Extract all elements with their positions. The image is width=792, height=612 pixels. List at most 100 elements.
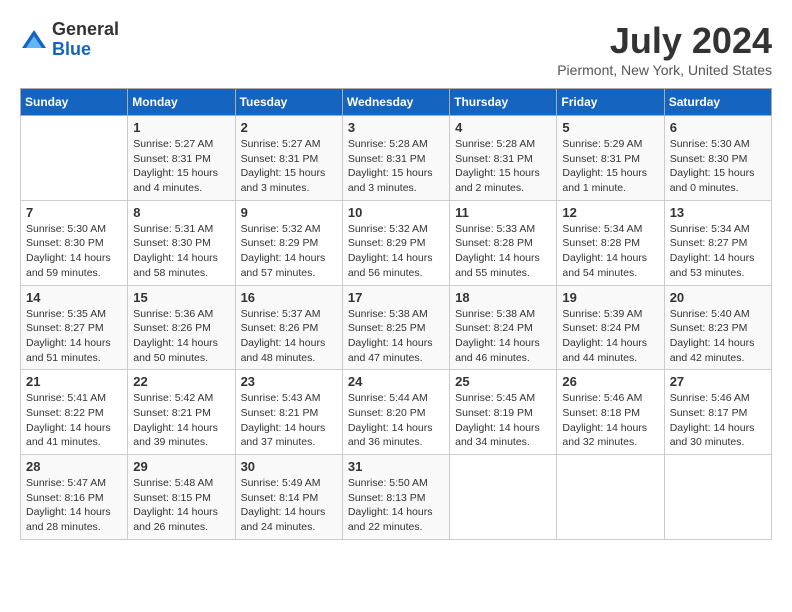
day-number: 20 bbox=[670, 290, 766, 305]
day-info: Sunrise: 5:27 AMSunset: 8:31 PMDaylight:… bbox=[133, 137, 229, 196]
day-info: Sunrise: 5:50 AMSunset: 8:13 PMDaylight:… bbox=[348, 476, 444, 535]
calendar-week-row: 7 Sunrise: 5:30 AMSunset: 8:30 PMDayligh… bbox=[21, 200, 772, 285]
calendar-week-row: 21 Sunrise: 5:41 AMSunset: 8:22 PMDaylig… bbox=[21, 370, 772, 455]
calendar-cell: 1 Sunrise: 5:27 AMSunset: 8:31 PMDayligh… bbox=[128, 116, 235, 201]
day-info: Sunrise: 5:48 AMSunset: 8:15 PMDaylight:… bbox=[133, 476, 229, 535]
calendar-cell: 14 Sunrise: 5:35 AMSunset: 8:27 PMDaylig… bbox=[21, 285, 128, 370]
calendar-week-row: 28 Sunrise: 5:47 AMSunset: 8:16 PMDaylig… bbox=[21, 455, 772, 540]
day-info: Sunrise: 5:28 AMSunset: 8:31 PMDaylight:… bbox=[455, 137, 551, 196]
day-number: 28 bbox=[26, 459, 122, 474]
day-info: Sunrise: 5:42 AMSunset: 8:21 PMDaylight:… bbox=[133, 391, 229, 450]
day-number: 31 bbox=[348, 459, 444, 474]
calendar-cell: 19 Sunrise: 5:39 AMSunset: 8:24 PMDaylig… bbox=[557, 285, 664, 370]
calendar-cell: 15 Sunrise: 5:36 AMSunset: 8:26 PMDaylig… bbox=[128, 285, 235, 370]
calendar-cell bbox=[21, 116, 128, 201]
day-number: 5 bbox=[562, 120, 658, 135]
weekday-header: Friday bbox=[557, 89, 664, 116]
day-number: 19 bbox=[562, 290, 658, 305]
weekday-header: Tuesday bbox=[235, 89, 342, 116]
calendar-table: SundayMondayTuesdayWednesdayThursdayFrid… bbox=[20, 88, 772, 540]
day-info: Sunrise: 5:41 AMSunset: 8:22 PMDaylight:… bbox=[26, 391, 122, 450]
day-info: Sunrise: 5:37 AMSunset: 8:26 PMDaylight:… bbox=[241, 307, 337, 366]
day-number: 27 bbox=[670, 374, 766, 389]
calendar-cell: 4 Sunrise: 5:28 AMSunset: 8:31 PMDayligh… bbox=[450, 116, 557, 201]
calendar-cell: 11 Sunrise: 5:33 AMSunset: 8:28 PMDaylig… bbox=[450, 200, 557, 285]
weekday-header: Sunday bbox=[21, 89, 128, 116]
calendar-cell: 7 Sunrise: 5:30 AMSunset: 8:30 PMDayligh… bbox=[21, 200, 128, 285]
day-number: 29 bbox=[133, 459, 229, 474]
day-number: 2 bbox=[241, 120, 337, 135]
weekday-header-row: SundayMondayTuesdayWednesdayThursdayFrid… bbox=[21, 89, 772, 116]
calendar-cell: 29 Sunrise: 5:48 AMSunset: 8:15 PMDaylig… bbox=[128, 455, 235, 540]
day-info: Sunrise: 5:46 AMSunset: 8:17 PMDaylight:… bbox=[670, 391, 766, 450]
day-number: 25 bbox=[455, 374, 551, 389]
weekday-header: Thursday bbox=[450, 89, 557, 116]
calendar-cell: 26 Sunrise: 5:46 AMSunset: 8:18 PMDaylig… bbox=[557, 370, 664, 455]
day-number: 8 bbox=[133, 205, 229, 220]
weekday-header: Monday bbox=[128, 89, 235, 116]
day-info: Sunrise: 5:28 AMSunset: 8:31 PMDaylight:… bbox=[348, 137, 444, 196]
weekday-header: Wednesday bbox=[342, 89, 449, 116]
day-number: 3 bbox=[348, 120, 444, 135]
day-number: 21 bbox=[26, 374, 122, 389]
calendar-cell: 28 Sunrise: 5:47 AMSunset: 8:16 PMDaylig… bbox=[21, 455, 128, 540]
day-info: Sunrise: 5:39 AMSunset: 8:24 PMDaylight:… bbox=[562, 307, 658, 366]
day-number: 14 bbox=[26, 290, 122, 305]
day-number: 1 bbox=[133, 120, 229, 135]
calendar-cell: 17 Sunrise: 5:38 AMSunset: 8:25 PMDaylig… bbox=[342, 285, 449, 370]
logo-blue: Blue bbox=[52, 40, 119, 60]
day-info: Sunrise: 5:34 AMSunset: 8:28 PMDaylight:… bbox=[562, 222, 658, 281]
calendar-cell: 18 Sunrise: 5:38 AMSunset: 8:24 PMDaylig… bbox=[450, 285, 557, 370]
calendar-cell: 3 Sunrise: 5:28 AMSunset: 8:31 PMDayligh… bbox=[342, 116, 449, 201]
day-number: 12 bbox=[562, 205, 658, 220]
day-info: Sunrise: 5:38 AMSunset: 8:25 PMDaylight:… bbox=[348, 307, 444, 366]
day-number: 7 bbox=[26, 205, 122, 220]
calendar-cell: 12 Sunrise: 5:34 AMSunset: 8:28 PMDaylig… bbox=[557, 200, 664, 285]
day-info: Sunrise: 5:44 AMSunset: 8:20 PMDaylight:… bbox=[348, 391, 444, 450]
day-number: 11 bbox=[455, 205, 551, 220]
day-number: 4 bbox=[455, 120, 551, 135]
day-info: Sunrise: 5:32 AMSunset: 8:29 PMDaylight:… bbox=[241, 222, 337, 281]
calendar-cell bbox=[450, 455, 557, 540]
month-title: July 2024 bbox=[557, 20, 772, 62]
day-info: Sunrise: 5:43 AMSunset: 8:21 PMDaylight:… bbox=[241, 391, 337, 450]
calendar-cell: 16 Sunrise: 5:37 AMSunset: 8:26 PMDaylig… bbox=[235, 285, 342, 370]
calendar-cell: 21 Sunrise: 5:41 AMSunset: 8:22 PMDaylig… bbox=[21, 370, 128, 455]
day-number: 6 bbox=[670, 120, 766, 135]
day-info: Sunrise: 5:30 AMSunset: 8:30 PMDaylight:… bbox=[670, 137, 766, 196]
logo-icon bbox=[20, 26, 48, 54]
location: Piermont, New York, United States bbox=[557, 62, 772, 78]
day-info: Sunrise: 5:47 AMSunset: 8:16 PMDaylight:… bbox=[26, 476, 122, 535]
day-info: Sunrise: 5:36 AMSunset: 8:26 PMDaylight:… bbox=[133, 307, 229, 366]
day-info: Sunrise: 5:45 AMSunset: 8:19 PMDaylight:… bbox=[455, 391, 551, 450]
day-info: Sunrise: 5:49 AMSunset: 8:14 PMDaylight:… bbox=[241, 476, 337, 535]
day-info: Sunrise: 5:46 AMSunset: 8:18 PMDaylight:… bbox=[562, 391, 658, 450]
day-info: Sunrise: 5:31 AMSunset: 8:30 PMDaylight:… bbox=[133, 222, 229, 281]
calendar-cell: 9 Sunrise: 5:32 AMSunset: 8:29 PMDayligh… bbox=[235, 200, 342, 285]
day-number: 10 bbox=[348, 205, 444, 220]
day-info: Sunrise: 5:35 AMSunset: 8:27 PMDaylight:… bbox=[26, 307, 122, 366]
day-number: 30 bbox=[241, 459, 337, 474]
day-number: 16 bbox=[241, 290, 337, 305]
calendar-cell: 25 Sunrise: 5:45 AMSunset: 8:19 PMDaylig… bbox=[450, 370, 557, 455]
logo-general: General bbox=[52, 20, 119, 40]
logo-text: General Blue bbox=[52, 20, 119, 60]
calendar-cell: 10 Sunrise: 5:32 AMSunset: 8:29 PMDaylig… bbox=[342, 200, 449, 285]
calendar-cell: 13 Sunrise: 5:34 AMSunset: 8:27 PMDaylig… bbox=[664, 200, 771, 285]
calendar-cell: 20 Sunrise: 5:40 AMSunset: 8:23 PMDaylig… bbox=[664, 285, 771, 370]
calendar-cell bbox=[557, 455, 664, 540]
day-number: 26 bbox=[562, 374, 658, 389]
calendar-cell: 5 Sunrise: 5:29 AMSunset: 8:31 PMDayligh… bbox=[557, 116, 664, 201]
day-info: Sunrise: 5:40 AMSunset: 8:23 PMDaylight:… bbox=[670, 307, 766, 366]
day-number: 15 bbox=[133, 290, 229, 305]
calendar-cell: 8 Sunrise: 5:31 AMSunset: 8:30 PMDayligh… bbox=[128, 200, 235, 285]
day-number: 13 bbox=[670, 205, 766, 220]
calendar-week-row: 1 Sunrise: 5:27 AMSunset: 8:31 PMDayligh… bbox=[21, 116, 772, 201]
day-number: 22 bbox=[133, 374, 229, 389]
page-header: General Blue July 2024 Piermont, New Yor… bbox=[20, 20, 772, 78]
day-info: Sunrise: 5:32 AMSunset: 8:29 PMDaylight:… bbox=[348, 222, 444, 281]
weekday-header: Saturday bbox=[664, 89, 771, 116]
calendar-cell: 30 Sunrise: 5:49 AMSunset: 8:14 PMDaylig… bbox=[235, 455, 342, 540]
day-info: Sunrise: 5:30 AMSunset: 8:30 PMDaylight:… bbox=[26, 222, 122, 281]
title-area: July 2024 Piermont, New York, United Sta… bbox=[557, 20, 772, 78]
